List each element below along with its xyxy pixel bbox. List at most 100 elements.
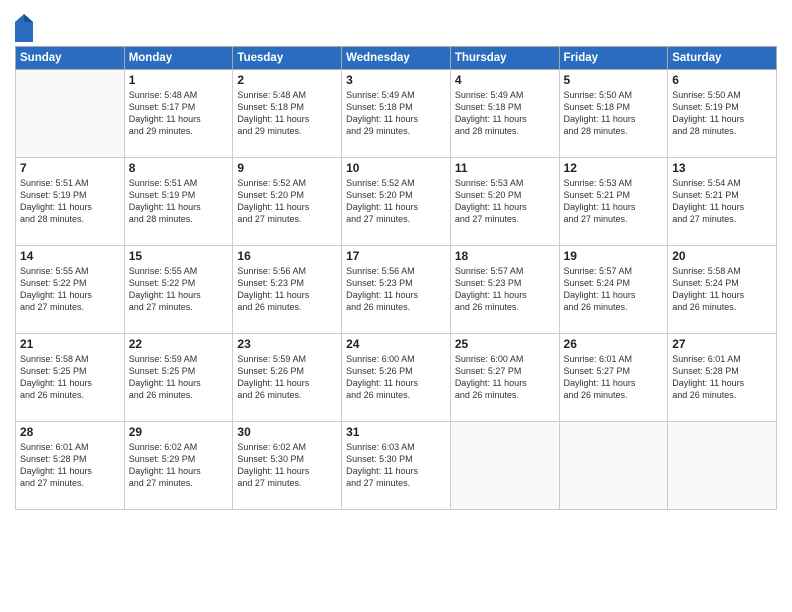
day-info: Sunrise: 6:00 AM Sunset: 5:26 PM Dayligh… (346, 353, 446, 402)
day-number: 4 (455, 73, 555, 87)
day-number: 26 (564, 337, 664, 351)
page: SundayMondayTuesdayWednesdayThursdayFrid… (0, 0, 792, 612)
day-info: Sunrise: 5:56 AM Sunset: 5:23 PM Dayligh… (346, 265, 446, 314)
day-number: 9 (237, 161, 337, 175)
day-info: Sunrise: 5:58 AM Sunset: 5:25 PM Dayligh… (20, 353, 120, 402)
day-number: 16 (237, 249, 337, 263)
day-number: 23 (237, 337, 337, 351)
day-info: Sunrise: 6:03 AM Sunset: 5:30 PM Dayligh… (346, 441, 446, 490)
week-row-2: 7 Sunrise: 5:51 AM Sunset: 5:19 PM Daylig… (16, 158, 777, 246)
day-number: 21 (20, 337, 120, 351)
day-info: Sunrise: 5:48 AM Sunset: 5:17 PM Dayligh… (129, 89, 229, 138)
header-cell-tuesday: Tuesday (233, 47, 342, 70)
day-cell: 26 Sunrise: 6:01 AM Sunset: 5:27 PM Dayli… (559, 334, 668, 422)
day-cell: 22 Sunrise: 5:59 AM Sunset: 5:25 PM Dayli… (124, 334, 233, 422)
day-info: Sunrise: 6:02 AM Sunset: 5:29 PM Dayligh… (129, 441, 229, 490)
day-info: Sunrise: 5:50 AM Sunset: 5:18 PM Dayligh… (564, 89, 664, 138)
day-info: Sunrise: 6:01 AM Sunset: 5:27 PM Dayligh… (564, 353, 664, 402)
day-cell: 16 Sunrise: 5:56 AM Sunset: 5:23 PM Dayli… (233, 246, 342, 334)
day-cell: 1 Sunrise: 5:48 AM Sunset: 5:17 PM Daylig… (124, 70, 233, 158)
day-number: 27 (672, 337, 772, 351)
day-number: 11 (455, 161, 555, 175)
day-cell (16, 70, 125, 158)
day-number: 14 (20, 249, 120, 263)
day-info: Sunrise: 6:02 AM Sunset: 5:30 PM Dayligh… (237, 441, 337, 490)
header-cell-monday: Monday (124, 47, 233, 70)
day-info: Sunrise: 5:51 AM Sunset: 5:19 PM Dayligh… (129, 177, 229, 226)
day-info: Sunrise: 5:56 AM Sunset: 5:23 PM Dayligh… (237, 265, 337, 314)
day-info: Sunrise: 5:55 AM Sunset: 5:22 PM Dayligh… (129, 265, 229, 314)
day-cell: 27 Sunrise: 6:01 AM Sunset: 5:28 PM Dayli… (668, 334, 777, 422)
header-cell-wednesday: Wednesday (342, 47, 451, 70)
day-info: Sunrise: 5:52 AM Sunset: 5:20 PM Dayligh… (346, 177, 446, 226)
logo (15, 14, 36, 42)
day-info: Sunrise: 5:51 AM Sunset: 5:19 PM Dayligh… (20, 177, 120, 226)
day-cell: 6 Sunrise: 5:50 AM Sunset: 5:19 PM Daylig… (668, 70, 777, 158)
day-cell: 11 Sunrise: 5:53 AM Sunset: 5:20 PM Dayli… (450, 158, 559, 246)
day-info: Sunrise: 6:01 AM Sunset: 5:28 PM Dayligh… (672, 353, 772, 402)
day-cell: 28 Sunrise: 6:01 AM Sunset: 5:28 PM Dayli… (16, 422, 125, 510)
day-number: 3 (346, 73, 446, 87)
day-info: Sunrise: 5:52 AM Sunset: 5:20 PM Dayligh… (237, 177, 337, 226)
day-number: 12 (564, 161, 664, 175)
day-number: 28 (20, 425, 120, 439)
header-cell-friday: Friday (559, 47, 668, 70)
day-number: 2 (237, 73, 337, 87)
day-cell: 18Sunrise: 5:57 AM Sunset: 5:23 PM Dayli… (450, 246, 559, 334)
day-cell: 14 Sunrise: 5:55 AM Sunset: 5:22 PM Dayli… (16, 246, 125, 334)
day-info: Sunrise: 5:59 AM Sunset: 5:25 PM Dayligh… (129, 353, 229, 402)
day-cell: 31 Sunrise: 6:03 AM Sunset: 5:30 PM Dayli… (342, 422, 451, 510)
day-info: Sunrise: 5:53 AM Sunset: 5:20 PM Dayligh… (455, 177, 555, 226)
day-cell: 13Sunrise: 5:54 AM Sunset: 5:21 PM Dayli… (668, 158, 777, 246)
day-cell: 30 Sunrise: 6:02 AM Sunset: 5:30 PM Dayli… (233, 422, 342, 510)
day-cell: 25Sunrise: 6:00 AM Sunset: 5:27 PM Dayli… (450, 334, 559, 422)
day-info: Sunrise: 5:53 AM Sunset: 5:21 PM Dayligh… (564, 177, 664, 226)
day-cell: 3 Sunrise: 5:49 AM Sunset: 5:18 PM Daylig… (342, 70, 451, 158)
day-cell: 24 Sunrise: 6:00 AM Sunset: 5:26 PM Dayli… (342, 334, 451, 422)
day-info: Sunrise: 6:00 AM Sunset: 5:27 PM Dayligh… (455, 353, 555, 402)
day-number: 1 (129, 73, 229, 87)
day-info: Sunrise: 5:50 AM Sunset: 5:19 PM Dayligh… (672, 89, 772, 138)
day-cell: 4Sunrise: 5:49 AM Sunset: 5:18 PM Daylig… (450, 70, 559, 158)
header-cell-saturday: Saturday (668, 47, 777, 70)
day-number: 24 (346, 337, 446, 351)
day-info: Sunrise: 5:58 AM Sunset: 5:24 PM Dayligh… (672, 265, 772, 314)
day-info: Sunrise: 5:59 AM Sunset: 5:26 PM Dayligh… (237, 353, 337, 402)
day-number: 20 (672, 249, 772, 263)
header (15, 10, 777, 42)
day-cell: 10Sunrise: 5:52 AM Sunset: 5:20 PM Dayli… (342, 158, 451, 246)
day-cell (559, 422, 668, 510)
week-row-3: 14 Sunrise: 5:55 AM Sunset: 5:22 PM Dayli… (16, 246, 777, 334)
day-cell: 9 Sunrise: 5:52 AM Sunset: 5:20 PM Daylig… (233, 158, 342, 246)
day-cell: 17Sunrise: 5:56 AM Sunset: 5:23 PM Dayli… (342, 246, 451, 334)
day-info: Sunrise: 6:01 AM Sunset: 5:28 PM Dayligh… (20, 441, 120, 490)
day-number: 6 (672, 73, 772, 87)
day-info: Sunrise: 5:54 AM Sunset: 5:21 PM Dayligh… (672, 177, 772, 226)
day-cell: 21 Sunrise: 5:58 AM Sunset: 5:25 PM Dayli… (16, 334, 125, 422)
calendar-header: SundayMondayTuesdayWednesdayThursdayFrid… (16, 47, 777, 70)
day-number: 29 (129, 425, 229, 439)
week-row-4: 21 Sunrise: 5:58 AM Sunset: 5:25 PM Dayli… (16, 334, 777, 422)
calendar-table: SundayMondayTuesdayWednesdayThursdayFrid… (15, 46, 777, 510)
day-cell: 12 Sunrise: 5:53 AM Sunset: 5:21 PM Dayli… (559, 158, 668, 246)
day-number: 30 (237, 425, 337, 439)
day-cell: 7 Sunrise: 5:51 AM Sunset: 5:19 PM Daylig… (16, 158, 125, 246)
day-number: 31 (346, 425, 446, 439)
day-cell (668, 422, 777, 510)
day-number: 18 (455, 249, 555, 263)
header-row: SundayMondayTuesdayWednesdayThursdayFrid… (16, 47, 777, 70)
week-row-5: 28 Sunrise: 6:01 AM Sunset: 5:28 PM Dayli… (16, 422, 777, 510)
header-cell-thursday: Thursday (450, 47, 559, 70)
day-number: 22 (129, 337, 229, 351)
week-row-1: 1 Sunrise: 5:48 AM Sunset: 5:17 PM Daylig… (16, 70, 777, 158)
day-info: Sunrise: 5:49 AM Sunset: 5:18 PM Dayligh… (346, 89, 446, 138)
day-info: Sunrise: 5:55 AM Sunset: 5:22 PM Dayligh… (20, 265, 120, 314)
day-number: 7 (20, 161, 120, 175)
day-cell: 5Sunrise: 5:50 AM Sunset: 5:18 PM Daylig… (559, 70, 668, 158)
header-cell-sunday: Sunday (16, 47, 125, 70)
day-cell: 15 Sunrise: 5:55 AM Sunset: 5:22 PM Dayli… (124, 246, 233, 334)
day-number: 15 (129, 249, 229, 263)
day-cell: 20 Sunrise: 5:58 AM Sunset: 5:24 PM Dayli… (668, 246, 777, 334)
day-cell: 2Sunrise: 5:48 AM Sunset: 5:18 PM Daylig… (233, 70, 342, 158)
day-cell: 8Sunrise: 5:51 AM Sunset: 5:19 PM Daylig… (124, 158, 233, 246)
